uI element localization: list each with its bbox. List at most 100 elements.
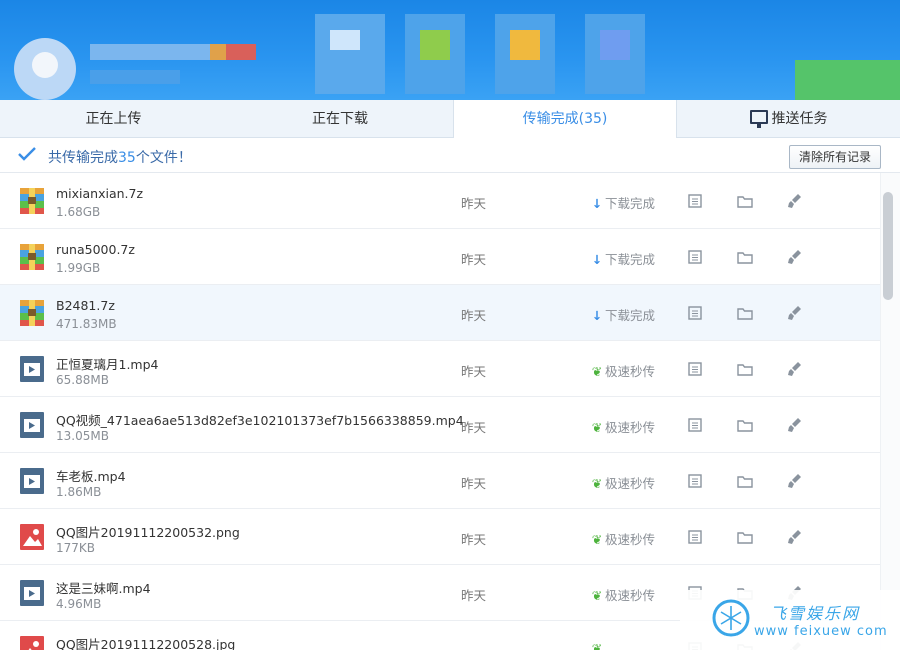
file-name[interactable]: QQ图片20191112200528.jpg (56, 634, 235, 650)
file-list: mixianxian.7z 1.68GB 昨天 ↓ 下载完成 runa5000.7z 1.9… (0, 173, 880, 650)
avatar[interactable] (14, 38, 76, 100)
details-list-icon[interactable] (686, 528, 704, 546)
clear-brush-icon[interactable] (786, 304, 804, 322)
file-row[interactable]: mixianxian.7z 1.68GB 昨天 ↓ 下载完成 (0, 173, 880, 229)
details-list-icon[interactable] (686, 248, 704, 266)
details-list-icon[interactable] (686, 472, 704, 490)
fast-transfer-leaf-icon: ❦ (591, 420, 603, 435)
open-folder-icon[interactable] (736, 192, 754, 210)
transfer-status: ❦ 极速秒传 (591, 417, 655, 436)
file-size: 1.99GB (56, 261, 101, 275)
file-row[interactable]: 正恒夏璃月1.mp4 65.88MB 昨天 ❦ 极速秒传 (0, 341, 880, 397)
nav-icon-blur-1[interactable] (315, 14, 385, 94)
open-folder-icon[interactable] (736, 360, 754, 378)
transfer-tabs: 正在上传 正在下载 传输完成(35) 推送任务 (0, 100, 900, 139)
file-size: 1.86MB (56, 485, 102, 499)
clear-all-records-button[interactable]: 清除所有记录 (789, 145, 881, 169)
fast-transfer-leaf-icon: ❦ (591, 532, 603, 547)
open-folder-icon[interactable] (736, 472, 754, 490)
file-row[interactable]: runa5000.7z 1.99GB 昨天 ↓ 下载完成 (0, 229, 880, 285)
file-time: 昨天 (461, 196, 487, 211)
file-name[interactable]: B2481.7z (56, 298, 115, 313)
snowflake-logo-icon (712, 599, 750, 637)
transfer-status-label: 极速秒传 (605, 588, 656, 603)
fast-transfer-leaf-icon: ❦ (591, 588, 603, 603)
download-arrow-icon: ↓ (591, 252, 603, 267)
file-name[interactable]: mixianxian.7z (56, 186, 143, 201)
badge-blur-2 (226, 44, 256, 60)
file-time: 昨天 (461, 420, 487, 435)
file-name[interactable]: QQ视频_471aea6ae513d82ef3e102101373ef7b156… (56, 410, 464, 429)
header-banner (0, 0, 900, 100)
clear-brush-icon[interactable] (786, 248, 804, 266)
file-name[interactable]: runa5000.7z (56, 242, 135, 257)
clear-brush-icon[interactable] (786, 192, 804, 210)
file-name[interactable]: 正恒夏璃月1.mp4 (56, 354, 159, 373)
video-file-icon (20, 412, 44, 438)
checkmark-icon (18, 147, 36, 161)
file-name[interactable]: 车老板.mp4 (56, 466, 126, 485)
transfer-status-label: 极速秒传 (605, 532, 656, 547)
open-folder-icon[interactable] (736, 304, 754, 322)
tab-uploading[interactable]: 正在上传 (0, 100, 227, 138)
video-file-icon (20, 468, 44, 494)
transfer-status: ↓ 下载完成 (591, 249, 655, 268)
file-time: 昨天 (461, 252, 487, 267)
clear-brush-icon[interactable] (786, 472, 804, 490)
file-size: 471.83MB (56, 317, 117, 331)
corner-blur (795, 60, 900, 100)
watermark-title: 飞雪娱乐网 (770, 604, 861, 623)
open-folder-icon[interactable] (736, 416, 754, 434)
transfer-status: ❦ (591, 641, 605, 650)
file-row[interactable]: QQ图片20191112200532.png 177KB 昨天 ❦ 极速秒传 (0, 509, 880, 565)
transfer-status: ❦ 极速秒传 (591, 529, 655, 548)
download-arrow-icon: ↓ (591, 308, 603, 323)
open-folder-icon[interactable] (736, 528, 754, 546)
video-file-icon (20, 356, 44, 382)
nav-icon-blur-3-inner (510, 30, 540, 60)
details-list-icon[interactable] (686, 416, 704, 434)
clear-brush-icon[interactable] (786, 528, 804, 546)
transfer-status: ❦ 极速秒传 (591, 473, 655, 492)
transfer-status-label: 极速秒传 (605, 476, 656, 491)
file-time: 昨天 (461, 588, 487, 603)
tab-uploading-label: 正在上传 (85, 111, 142, 127)
fast-transfer-leaf-icon: ❦ (591, 476, 603, 491)
download-arrow-icon: ↓ (591, 196, 603, 211)
scrollbar-thumb[interactable] (883, 192, 893, 300)
badge-blur (210, 44, 226, 60)
summary-text: 共传输完成35个文件！ (48, 147, 192, 167)
username-blur (90, 44, 210, 60)
details-list-icon[interactable] (686, 360, 704, 378)
monitor-push-icon (749, 110, 768, 128)
tab-completed-label: 传输完成(35) (522, 111, 608, 127)
fast-transfer-leaf-icon: ❦ (591, 364, 603, 379)
file-row[interactable]: 车老板.mp4 1.86MB 昨天 ❦ 极速秒传 (0, 453, 880, 509)
details-list-icon[interactable] (686, 192, 704, 210)
archive-file-icon (20, 244, 44, 270)
nav-icon-blur-4-inner (600, 30, 630, 60)
tab-downloading[interactable]: 正在下载 (227, 100, 453, 138)
tab-push-tasks[interactable]: 推送任务 (677, 100, 900, 138)
file-row[interactable]: QQ视频_471aea6ae513d82ef3e102101373ef7b156… (0, 397, 880, 453)
transfer-status: ↓ 下载完成 (591, 193, 655, 212)
transfer-status-label: 极速秒传 (605, 420, 656, 435)
details-list-icon[interactable] (686, 304, 704, 322)
image-file-icon (20, 636, 44, 650)
open-folder-icon[interactable] (736, 248, 754, 266)
file-row[interactable]: B2481.7z 471.83MB 昨天 ↓ 下载完成 (0, 285, 880, 341)
file-name[interactable]: 这是三妹啊.mp4 (56, 578, 151, 597)
summary-suffix: 个文件！ (135, 150, 192, 166)
tab-completed[interactable]: 传输完成(35) (453, 100, 677, 139)
clear-brush-icon[interactable] (786, 416, 804, 434)
watermark-url: www feixuew com (754, 624, 888, 639)
file-time: 昨天 (461, 532, 487, 547)
file-size: 1.68GB (56, 205, 101, 219)
transfer-status-label: 下载完成 (605, 196, 656, 211)
nav-icon-blur-2-inner (420, 30, 450, 60)
clear-brush-icon[interactable] (786, 360, 804, 378)
tab-downloading-label: 正在下载 (312, 111, 368, 127)
video-file-icon (20, 580, 44, 606)
transfer-status-label: 下载完成 (605, 252, 656, 267)
file-name[interactable]: QQ图片20191112200532.png (56, 522, 240, 541)
